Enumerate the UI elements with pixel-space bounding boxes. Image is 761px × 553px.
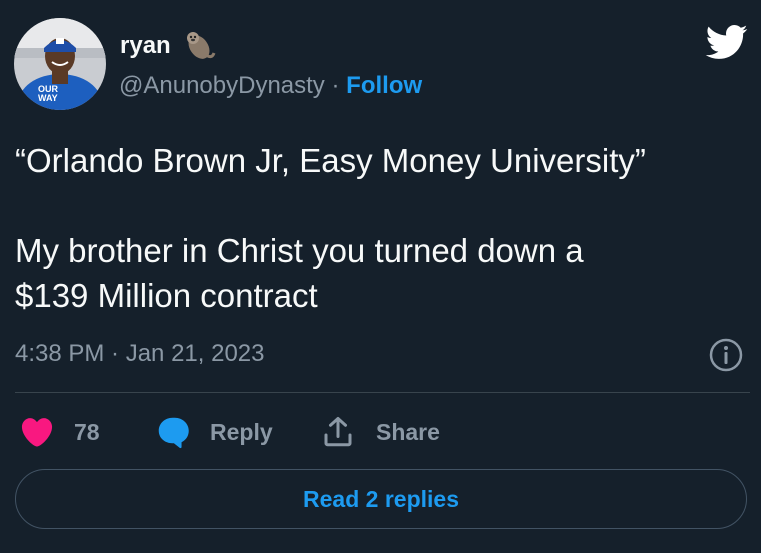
otter-emoji-icon <box>187 32 216 59</box>
avatar-shirt-text: OUR WAY <box>38 84 59 103</box>
handle-row: @AnunobyDynasty · Follow <box>119 70 422 102</box>
handle-separator: · <box>331 72 347 99</box>
follow-link[interactable]: Follow <box>346 72 422 99</box>
avatar-image: OUR WAY <box>14 18 106 110</box>
author-name[interactable]: ryan <box>120 31 171 61</box>
read-replies-label: Read 2 replies <box>303 485 459 512</box>
reply-button[interactable]: Reply <box>210 416 273 448</box>
share-upload-icon[interactable] <box>320 414 356 450</box>
read-replies-button[interactable]: Read 2 replies <box>15 469 747 529</box>
heart-icon[interactable] <box>18 414 56 450</box>
tweet-text: “Orlando Brown Jr, Easy Money University… <box>15 142 646 314</box>
author-handle[interactable]: @AnunobyDynasty <box>119 72 325 99</box>
speech-bubble-icon[interactable] <box>154 414 192 450</box>
divider <box>15 392 750 393</box>
tweet-timestamp[interactable]: 4:38 PM · Jan 21, 2023 <box>15 337 265 371</box>
share-button[interactable]: Share <box>376 416 440 448</box>
author-avatar[interactable]: OUR WAY <box>14 18 106 110</box>
twitter-bird-icon[interactable] <box>702 20 750 64</box>
like-count[interactable]: 78 <box>74 416 100 448</box>
info-icon[interactable] <box>708 337 744 373</box>
